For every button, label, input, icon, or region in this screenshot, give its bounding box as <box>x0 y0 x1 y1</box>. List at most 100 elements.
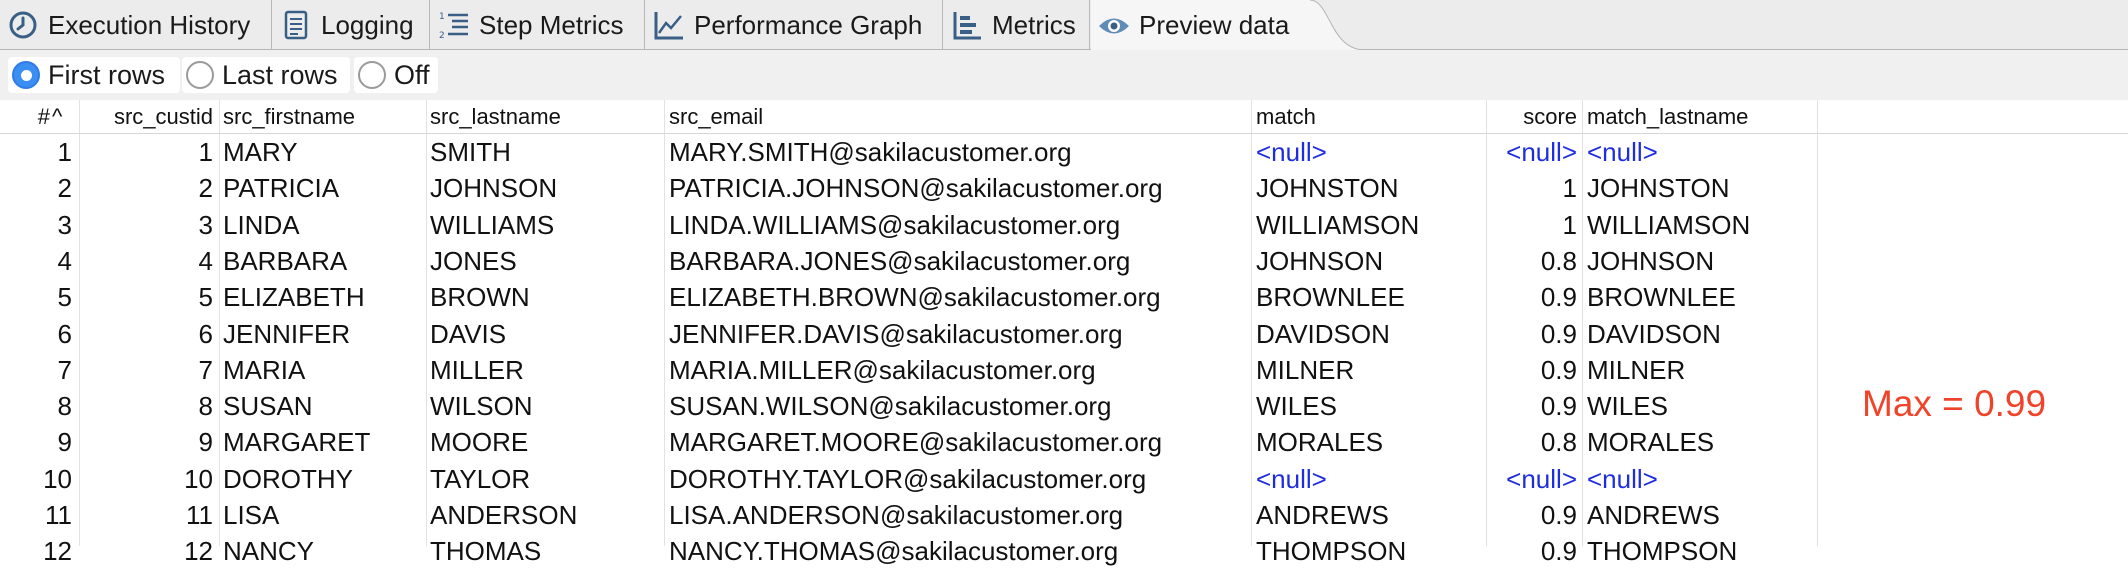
tab-step-metrics[interactable]: 12 Step Metrics <box>431 0 645 50</box>
radio-first-rows[interactable]: First rows <box>8 57 180 93</box>
match-cell[interactable]: JOHNSON <box>1256 243 1484 279</box>
row-number[interactable]: 4 <box>0 243 72 279</box>
match-lastname-cell[interactable]: JOHNSON <box>1587 243 1815 279</box>
score-cell[interactable]: <null> <box>1487 461 1577 497</box>
match-lastname-cell[interactable]: <null> <box>1587 134 1815 170</box>
column-header-src-email[interactable]: src_email <box>669 100 1249 133</box>
src-firstname-cell[interactable]: MARGARET <box>223 424 423 460</box>
src-email-cell[interactable]: DOROTHY.TAYLOR@sakilacustomer.org <box>669 461 1249 497</box>
src-email-cell[interactable]: PATRICIA.JOHNSON@sakilacustomer.org <box>669 170 1249 206</box>
src-lastname-cell[interactable]: WILLIAMS <box>430 207 662 243</box>
match-lastname-cell[interactable]: BROWNLEE <box>1587 279 1815 315</box>
radio-unchecked-icon[interactable] <box>186 61 214 89</box>
src-firstname-cell[interactable]: LISA <box>223 497 423 533</box>
src-firstname-cell[interactable]: LINDA <box>223 207 423 243</box>
match-lastname-cell[interactable]: WILES <box>1587 388 1815 424</box>
tab-performance-graph[interactable]: Performance Graph <box>646 0 943 50</box>
src-custid-cell[interactable]: 8 <box>80 388 213 424</box>
column-header-src-firstname[interactable]: src_firstname <box>223 100 423 133</box>
radio-unchecked-icon[interactable] <box>358 61 386 89</box>
src-firstname-cell[interactable]: MARIA <box>223 352 423 388</box>
src-firstname-cell[interactable]: BARBARA <box>223 243 423 279</box>
src-firstname-cell[interactable]: ELIZABETH <box>223 279 423 315</box>
src-custid-cell[interactable]: 4 <box>80 243 213 279</box>
src-lastname-cell[interactable]: MOORE <box>430 424 662 460</box>
src-lastname-cell[interactable]: THOMAS <box>430 533 662 569</box>
match-cell[interactable]: ANDREWS <box>1256 497 1484 533</box>
match-cell[interactable]: <null> <box>1256 134 1484 170</box>
src-firstname-cell[interactable]: DOROTHY <box>223 461 423 497</box>
match-lastname-cell[interactable]: THOMPSON <box>1587 533 1815 569</box>
match-cell[interactable]: DAVIDSON <box>1256 316 1484 352</box>
src-custid-cell[interactable]: 2 <box>80 170 213 206</box>
radio-off[interactable]: Off <box>354 57 438 93</box>
src-email-cell[interactable]: SUSAN.WILSON@sakilacustomer.org <box>669 388 1249 424</box>
src-custid-cell[interactable]: 12 <box>80 533 213 569</box>
match-cell[interactable]: THOMPSON <box>1256 533 1484 569</box>
src-custid-cell[interactable]: 3 <box>80 207 213 243</box>
match-cell[interactable]: WILLIAMSON <box>1256 207 1484 243</box>
src-email-cell[interactable]: BARBARA.JONES@sakilacustomer.org <box>669 243 1249 279</box>
score-cell[interactable]: 0.8 <box>1487 424 1577 460</box>
src-email-cell[interactable]: ELIZABETH.BROWN@sakilacustomer.org <box>669 279 1249 315</box>
match-lastname-cell[interactable]: MORALES <box>1587 424 1815 460</box>
src-firstname-cell[interactable]: MARY <box>223 134 423 170</box>
column-header-match-lastname[interactable]: match_lastname <box>1587 100 1815 133</box>
match-lastname-cell[interactable]: WILLIAMSON <box>1587 207 1815 243</box>
src-lastname-cell[interactable]: WILSON <box>430 388 662 424</box>
src-lastname-cell[interactable]: DAVIS <box>430 316 662 352</box>
column-header-src-custid[interactable]: src_custid <box>80 100 213 133</box>
tab-execution-history[interactable]: Execution History <box>0 0 272 50</box>
score-cell[interactable]: 1 <box>1487 207 1577 243</box>
column-header-score[interactable]: score <box>1487 100 1577 133</box>
radio-checked-icon[interactable] <box>12 61 40 89</box>
src-lastname-cell[interactable]: MILLER <box>430 352 662 388</box>
score-cell[interactable]: 1 <box>1487 170 1577 206</box>
match-lastname-cell[interactable]: <null> <box>1587 461 1815 497</box>
match-lastname-cell[interactable]: MILNER <box>1587 352 1815 388</box>
column-header-match[interactable]: match <box>1256 100 1481 133</box>
match-cell[interactable]: MORALES <box>1256 424 1484 460</box>
src-email-cell[interactable]: LINDA.WILLIAMS@sakilacustomer.org <box>669 207 1249 243</box>
row-number[interactable]: 5 <box>0 279 72 315</box>
match-cell[interactable]: WILES <box>1256 388 1484 424</box>
src-custid-cell[interactable]: 10 <box>80 461 213 497</box>
src-custid-cell[interactable]: 7 <box>80 352 213 388</box>
score-cell[interactable]: 0.9 <box>1487 279 1577 315</box>
row-number[interactable]: 2 <box>0 170 72 206</box>
src-custid-cell[interactable]: 11 <box>80 497 213 533</box>
row-number[interactable]: 10 <box>0 461 72 497</box>
row-number[interactable]: 6 <box>0 316 72 352</box>
sort-ascending-icon[interactable]: ^ <box>52 100 72 133</box>
src-firstname-cell[interactable]: SUSAN <box>223 388 423 424</box>
match-cell[interactable]: BROWNLEE <box>1256 279 1484 315</box>
src-firstname-cell[interactable]: JENNIFER <box>223 316 423 352</box>
row-number[interactable]: 7 <box>0 352 72 388</box>
src-email-cell[interactable]: MARIA.MILLER@sakilacustomer.org <box>669 352 1249 388</box>
src-firstname-cell[interactable]: PATRICIA <box>223 170 423 206</box>
tab-logging[interactable]: Logging <box>273 0 430 50</box>
row-number[interactable]: 11 <box>0 497 72 533</box>
match-lastname-cell[interactable]: ANDREWS <box>1587 497 1815 533</box>
match-lastname-cell[interactable]: JOHNSTON <box>1587 170 1815 206</box>
src-email-cell[interactable]: JENNIFER.DAVIS@sakilacustomer.org <box>669 316 1249 352</box>
match-cell[interactable]: MILNER <box>1256 352 1484 388</box>
score-cell[interactable]: 0.9 <box>1487 388 1577 424</box>
src-lastname-cell[interactable]: SMITH <box>430 134 662 170</box>
src-email-cell[interactable]: LISA.ANDERSON@sakilacustomer.org <box>669 497 1249 533</box>
src-email-cell[interactable]: MARGARET.MOORE@sakilacustomer.org <box>669 424 1249 460</box>
src-lastname-cell[interactable]: JOHNSON <box>430 170 662 206</box>
row-number[interactable]: 1 <box>0 134 72 170</box>
score-cell[interactable]: <null> <box>1487 134 1577 170</box>
src-custid-cell[interactable]: 5 <box>80 279 213 315</box>
score-cell[interactable]: 0.9 <box>1487 497 1577 533</box>
score-cell[interactable]: 0.9 <box>1487 316 1577 352</box>
radio-last-rows[interactable]: Last rows <box>182 57 350 93</box>
tab-metrics[interactable]: Metrics <box>944 0 1090 50</box>
src-lastname-cell[interactable]: JONES <box>430 243 662 279</box>
column-header-row-number[interactable]: # <box>0 100 50 133</box>
row-number[interactable]: 9 <box>0 424 72 460</box>
column-header-src-lastname[interactable]: src_lastname <box>430 100 660 133</box>
src-lastname-cell[interactable]: TAYLOR <box>430 461 662 497</box>
src-custid-cell[interactable]: 9 <box>80 424 213 460</box>
